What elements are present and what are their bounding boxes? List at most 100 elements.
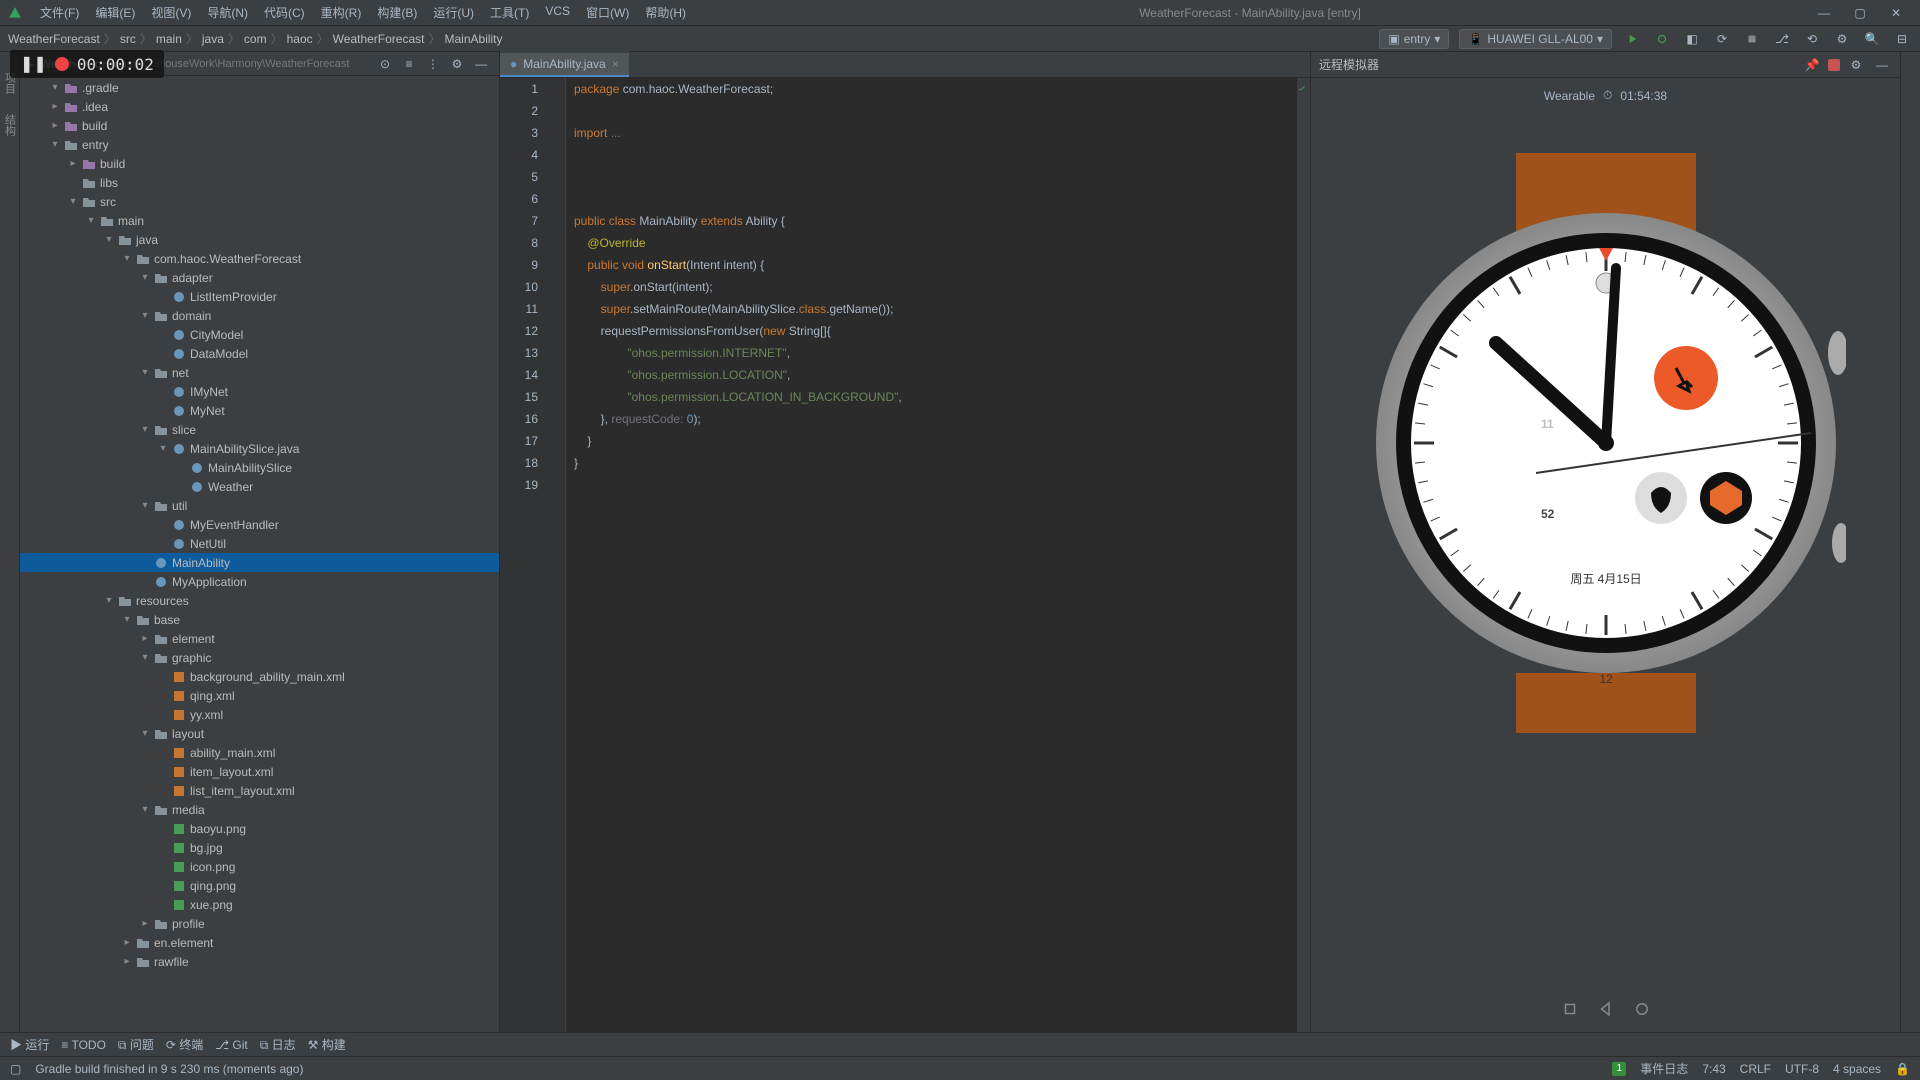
debug-icon[interactable]: [1652, 29, 1672, 49]
tree-NetUtil[interactable]: NetUtil: [20, 534, 499, 553]
crumb-main[interactable]: main: [156, 32, 182, 46]
tree-MainAbility[interactable]: MainAbility: [20, 553, 499, 572]
tree-media[interactable]: ▾media: [20, 800, 499, 819]
tree-yy.xml[interactable]: yy.xml: [20, 705, 499, 724]
tree-libs[interactable]: libs: [20, 173, 499, 192]
tree-MyApplication[interactable]: MyApplication: [20, 572, 499, 591]
crumb-com[interactable]: com: [244, 32, 267, 46]
editor-scrollbar[interactable]: [1296, 78, 1310, 1032]
coverage-icon[interactable]: ◧: [1682, 29, 1702, 49]
locate-icon[interactable]: ⊙: [375, 54, 395, 74]
close-button[interactable]: ✕: [1880, 3, 1912, 23]
tree-src[interactable]: ▾src: [20, 192, 499, 211]
tree-ListItemProvider[interactable]: ListItemProvider: [20, 287, 499, 306]
tree-resources[interactable]: ▾resources: [20, 591, 499, 610]
tree-icon.png[interactable]: icon.png: [20, 857, 499, 876]
tree-ability_main.xml[interactable]: ability_main.xml: [20, 743, 499, 762]
pin-icon[interactable]: 📌: [1802, 55, 1822, 75]
expand-icon[interactable]: ≡: [399, 54, 419, 74]
tree-baoyu.png[interactable]: baoyu.png: [20, 819, 499, 838]
code-editor[interactable]: 12345678910111213141516171819 package co…: [500, 78, 1310, 1032]
tree-en.element[interactable]: ▸en.element: [20, 933, 499, 952]
tree-MyNet[interactable]: MyNet: [20, 401, 499, 420]
crumb-MainAbility[interactable]: MainAbility: [445, 32, 503, 46]
tree-util[interactable]: ▾util: [20, 496, 499, 515]
indent[interactable]: 4 spaces: [1833, 1062, 1881, 1076]
stop-icon[interactable]: [1742, 29, 1762, 49]
readonly-icon[interactable]: 🔒: [1895, 1062, 1910, 1076]
crumb-WeatherForecast[interactable]: WeatherForecast: [8, 32, 100, 46]
tool-▶ 运行[interactable]: ▶ 运行: [10, 1036, 49, 1053]
tree-domain[interactable]: ▾domain: [20, 306, 499, 325]
tree-MainAbilitySlice[interactable]: MainAbilitySlice: [20, 458, 499, 477]
tree-slice[interactable]: ▾slice: [20, 420, 499, 439]
tree-background_ability_main.xml[interactable]: background_ability_main.xml: [20, 667, 499, 686]
tree-element[interactable]: ▸element: [20, 629, 499, 648]
tree-main[interactable]: ▾main: [20, 211, 499, 230]
encoding[interactable]: UTF-8: [1785, 1062, 1819, 1076]
tree-list_item_layout.xml[interactable]: list_item_layout.xml: [20, 781, 499, 800]
record-icon[interactable]: [55, 57, 69, 71]
run-icon[interactable]: [1622, 29, 1642, 49]
tree-adapter[interactable]: ▾adapter: [20, 268, 499, 287]
collapse-icon[interactable]: ⋮: [423, 54, 443, 74]
menu-VCS[interactable]: VCS: [539, 2, 576, 23]
gear-icon[interactable]: ⚙: [447, 54, 467, 74]
search-icon[interactable]: 🔍: [1862, 29, 1882, 49]
tree-MainAbilitySlice.java[interactable]: ▾MainAbilitySlice.java: [20, 439, 499, 458]
sync-icon[interactable]: ⟲: [1802, 29, 1822, 49]
menu-运行(U)[interactable]: 运行(U): [427, 2, 480, 23]
menu-窗口(W)[interactable]: 窗口(W): [580, 2, 635, 23]
tree-.idea[interactable]: ▸.idea: [20, 97, 499, 116]
tree-layout[interactable]: ▾layout: [20, 724, 499, 743]
home-key-icon[interactable]: [1633, 1000, 1651, 1018]
tree-qing.xml[interactable]: qing.xml: [20, 686, 499, 705]
menu-视图(V)[interactable]: 视图(V): [145, 2, 197, 23]
tree-com.haoc.WeatherForecast[interactable]: ▾com.haoc.WeatherForecast: [20, 249, 499, 268]
profile-icon[interactable]: ⟳: [1712, 29, 1732, 49]
previewer-hide-icon[interactable]: —: [1872, 55, 1892, 75]
recent-key-icon[interactable]: [1561, 1000, 1579, 1018]
live-toggle[interactable]: [1828, 59, 1840, 71]
crumb-WeatherForecast[interactable]: WeatherForecast: [333, 32, 425, 46]
menu-编辑(E)[interactable]: 编辑(E): [89, 2, 141, 23]
tool-⧉ 问题[interactable]: ⧉ 问题: [118, 1036, 154, 1053]
settings-icon[interactable]: ⚙: [1832, 29, 1852, 49]
minimize-button[interactable]: —: [1808, 3, 1840, 23]
crumb-haoc[interactable]: haoc: [287, 32, 313, 46]
device-selector[interactable]: 📱HUAWEI GLL-AL00▾: [1459, 29, 1612, 49]
tool-≡ TODO[interactable]: ≡ TODO: [61, 1038, 106, 1052]
git-icon[interactable]: ⎇: [1772, 29, 1792, 49]
menu-文件(F)[interactable]: 文件(F): [34, 2, 85, 23]
tree-base[interactable]: ▾base: [20, 610, 499, 629]
tree-graphic[interactable]: ▾graphic: [20, 648, 499, 667]
tree-build[interactable]: ▸build: [20, 116, 499, 135]
menu-重构(R)[interactable]: 重构(R): [315, 2, 368, 23]
menu-工具(T)[interactable]: 工具(T): [484, 2, 535, 23]
tab-mainability[interactable]: ● MainAbility.java ×: [500, 51, 629, 77]
run-config-selector[interactable]: ▣entry▾: [1379, 29, 1449, 49]
tool-⚒ 构建[interactable]: ⚒ 构建: [308, 1036, 346, 1053]
tree-xue.png[interactable]: xue.png: [20, 895, 499, 914]
tree-profile[interactable]: ▸profile: [20, 914, 499, 933]
close-tab-icon[interactable]: ×: [612, 57, 619, 71]
crumb-src[interactable]: src: [120, 32, 136, 46]
watch-emulator[interactable]: 12 11 52 周五 4月15日: [1366, 153, 1846, 733]
tree-item_layout.xml[interactable]: item_layout.xml: [20, 762, 499, 781]
maximize-button[interactable]: ▢: [1844, 3, 1876, 23]
tree-Weather[interactable]: Weather: [20, 477, 499, 496]
back-key-icon[interactable]: [1597, 1000, 1615, 1018]
crumb-java[interactable]: java: [202, 32, 224, 46]
tree-rawfile[interactable]: ▸rawfile: [20, 952, 499, 971]
menu-代码(C)[interactable]: 代码(C): [258, 2, 311, 23]
tool-⎇ Git[interactable]: ⎇ Git: [215, 1038, 248, 1052]
status-icon[interactable]: ▢: [10, 1062, 21, 1076]
line-ending[interactable]: CRLF: [1740, 1062, 1771, 1076]
tree-entry[interactable]: ▾entry: [20, 135, 499, 154]
structure-strip-label[interactable]: 结构: [2, 114, 18, 136]
tree-bg.jpg[interactable]: bg.jpg: [20, 838, 499, 857]
tree-CityModel[interactable]: CityModel: [20, 325, 499, 344]
menu-帮助(H)[interactable]: 帮助(H): [639, 2, 692, 23]
project-tree[interactable]: ▾.gradle▸.idea▸build▾entry▸buildlibs▾src…: [20, 76, 499, 1032]
tree-MyEventHandler[interactable]: MyEventHandler: [20, 515, 499, 534]
